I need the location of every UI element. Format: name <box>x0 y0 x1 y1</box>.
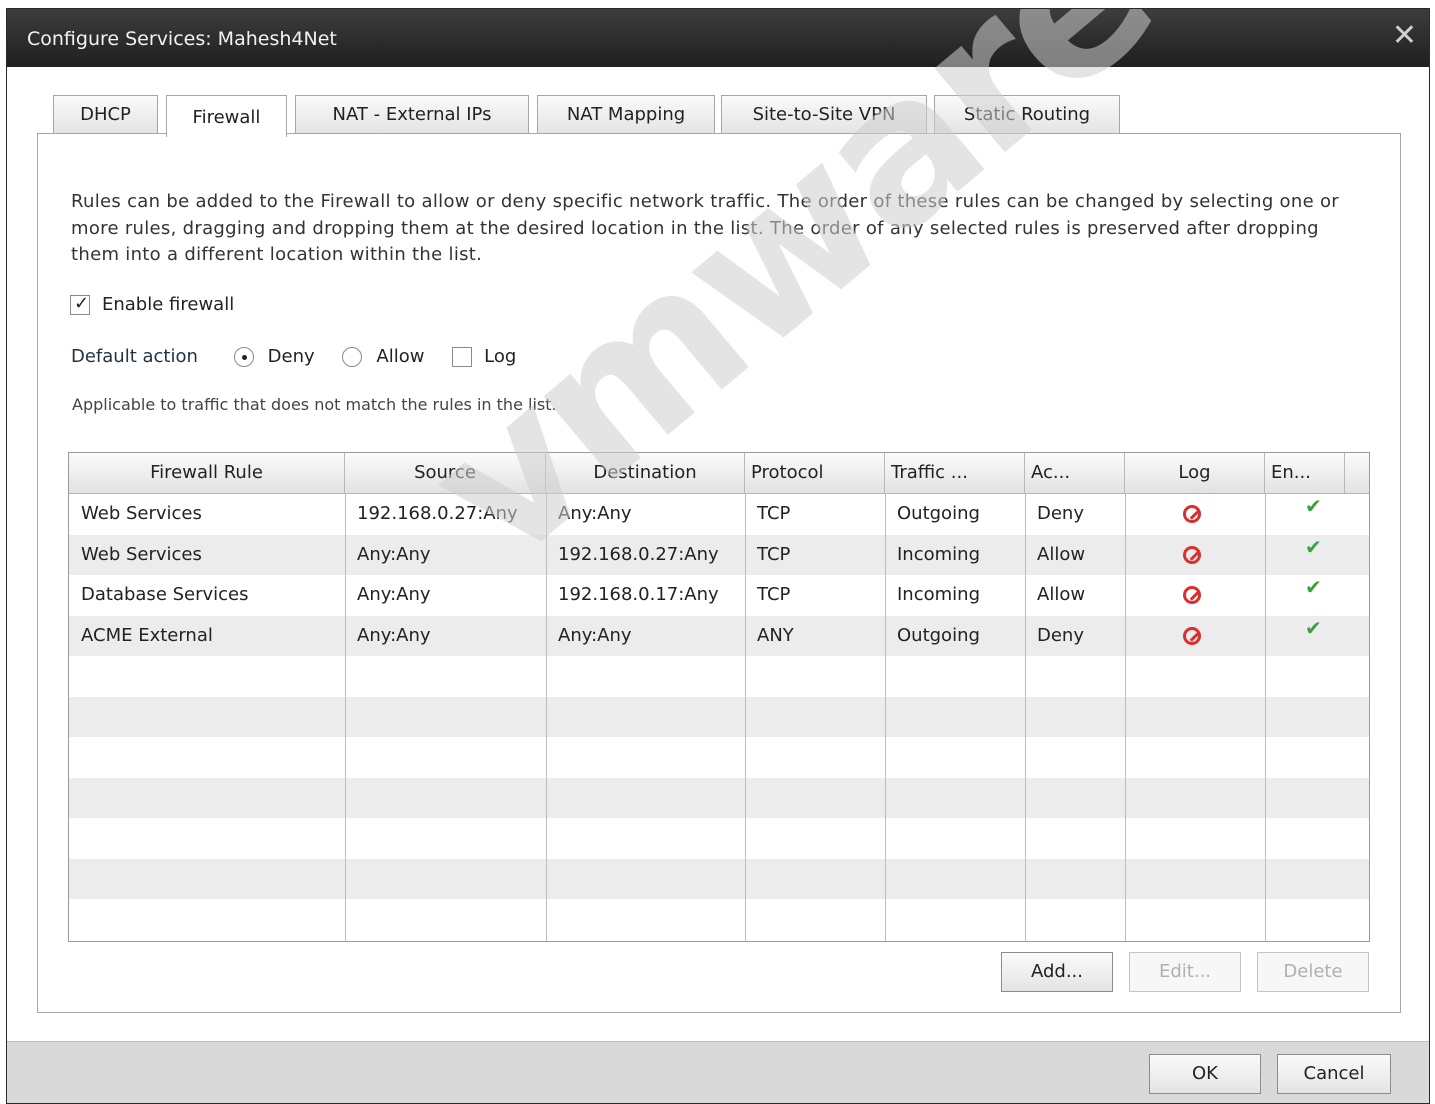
enabled-check-icon[interactable]: ✔ <box>1305 616 1322 640</box>
dialog-footer: OK Cancel <box>7 1041 1429 1103</box>
cell-destination: Any:Any <box>558 624 632 646</box>
add-button[interactable]: Add... <box>1001 952 1113 992</box>
window-title: Configure Services: Mahesh4Net <box>27 28 337 50</box>
allow-radio[interactable] <box>342 347 363 367</box>
firewall-panel: Rules can be added to the Firewall to al… <box>37 133 1401 1013</box>
ok-button[interactable]: OK <box>1149 1054 1261 1094</box>
cell-protocol: TCP <box>757 584 791 605</box>
log-checkbox[interactable] <box>452 347 473 367</box>
tab-nat-external-ips[interactable]: NAT - External IPs <box>295 95 529 133</box>
log-disabled-icon <box>1183 626 1201 645</box>
allow-label: Allow <box>376 346 425 367</box>
cell-traffic: Incoming <box>897 584 980 605</box>
cell-action: Allow <box>1037 543 1086 565</box>
column-header-enabled[interactable]: En... <box>1265 453 1345 493</box>
tab-firewall[interactable]: Firewall <box>166 95 287 137</box>
enabled-check-icon[interactable]: ✔ <box>1305 535 1322 559</box>
tab-static-routing[interactable]: Static Routing <box>934 95 1120 133</box>
column-header-log[interactable]: Log <box>1125 453 1265 493</box>
tab-dhcp[interactable]: DHCP <box>53 95 158 133</box>
column-divider <box>345 493 346 941</box>
title-bar[interactable]: Configure Services: Mahesh4Net ✕ <box>7 9 1429 67</box>
column-header-source[interactable]: Source <box>345 453 546 493</box>
cell-source: Any:Any <box>357 543 431 565</box>
empty-row <box>69 858 1369 899</box>
cell-rule: ACME External <box>81 624 213 646</box>
enable-firewall-checkbox[interactable]: ✓ <box>70 293 90 315</box>
table-row[interactable]: ACME External Any:Any Any:Any ANY Outgoi… <box>69 615 1369 656</box>
cell-action: Deny <box>1037 624 1084 646</box>
firewall-description: Rules can be added to the Firewall to al… <box>71 191 1339 265</box>
cell-destination: Any:Any <box>558 503 632 524</box>
cell-action: Deny <box>1037 503 1084 524</box>
empty-row <box>69 777 1369 818</box>
cell-destination: 192.168.0.17:Any <box>558 584 719 605</box>
log-disabled-icon <box>1183 505 1201 523</box>
column-divider <box>885 493 886 941</box>
cell-protocol: ANY <box>757 624 794 646</box>
check-icon: ✓ <box>74 293 90 314</box>
configure-services-dialog: Configure Services: Mahesh4Net ✕ DHCP Fi… <box>6 8 1430 1104</box>
log-disabled-icon <box>1183 586 1201 604</box>
default-action-label: Default action <box>71 346 198 367</box>
close-icon[interactable]: ✕ <box>1392 19 1417 53</box>
column-divider <box>1265 493 1266 941</box>
enable-firewall-row: ✓ Enable firewall <box>70 293 235 315</box>
cell-traffic: Incoming <box>897 543 980 565</box>
cancel-button[interactable]: Cancel <box>1277 1054 1391 1094</box>
cell-rule: Web Services <box>81 543 202 565</box>
column-header-action[interactable]: Ac... <box>1025 453 1125 493</box>
log-label: Log <box>484 346 517 367</box>
column-divider <box>546 493 547 941</box>
default-action-row: Default action Deny Allow Log <box>71 346 516 367</box>
cell-source: Any:Any <box>357 624 431 646</box>
cell-traffic: Outgoing <box>897 503 980 524</box>
default-action-note: Applicable to traffic that does not matc… <box>72 395 557 414</box>
column-divider <box>745 493 746 941</box>
cell-rule: Web Services <box>81 503 202 524</box>
empty-row <box>69 656 1369 697</box>
empty-row <box>69 818 1369 859</box>
cell-traffic: Outgoing <box>897 624 980 646</box>
delete-button[interactable]: Delete <box>1257 952 1369 992</box>
column-header-firewall-rule[interactable]: Firewall Rule <box>69 453 345 493</box>
cell-action: Allow <box>1037 584 1086 605</box>
deny-radio[interactable] <box>233 347 254 367</box>
table-header: Firewall Rule Source Destination Protoco… <box>69 453 1369 494</box>
tab-nat-mapping[interactable]: NAT Mapping <box>537 95 715 133</box>
log-disabled-icon <box>1183 545 1201 564</box>
enabled-check-icon[interactable]: ✔ <box>1305 575 1322 599</box>
radio-selected-dot <box>241 355 247 360</box>
table-row[interactable]: Database Services Any:Any 192.168.0.17:A… <box>69 575 1369 616</box>
column-divider <box>1125 493 1126 941</box>
deny-label: Deny <box>267 346 315 367</box>
cell-source: Any:Any <box>357 584 431 605</box>
column-header-protocol[interactable]: Protocol <box>745 453 885 493</box>
cell-protocol: TCP <box>757 503 791 524</box>
tab-site-to-site-vpn[interactable]: Site-to-Site VPN <box>721 95 927 133</box>
cell-rule: Database Services <box>81 584 249 605</box>
edit-button[interactable]: Edit... <box>1129 952 1241 992</box>
cell-protocol: TCP <box>757 543 791 565</box>
empty-row <box>69 737 1369 778</box>
enable-firewall-label: Enable firewall <box>102 294 235 315</box>
enabled-check-icon[interactable]: ✔ <box>1305 494 1322 518</box>
table-row[interactable]: Web Services Any:Any 192.168.0.27:Any TC… <box>69 534 1369 575</box>
empty-row <box>69 899 1369 940</box>
empty-row <box>69 696 1369 737</box>
column-header-traffic[interactable]: Traffic ... <box>885 453 1025 493</box>
cell-destination: 192.168.0.27:Any <box>558 543 719 565</box>
table-row[interactable]: Web Services 192.168.0.27:Any Any:Any TC… <box>69 494 1369 535</box>
cell-source: 192.168.0.27:Any <box>357 503 518 524</box>
column-divider <box>1025 493 1026 941</box>
firewall-rules-table[interactable]: Firewall Rule Source Destination Protoco… <box>68 452 1370 942</box>
column-header-destination[interactable]: Destination <box>546 453 745 493</box>
